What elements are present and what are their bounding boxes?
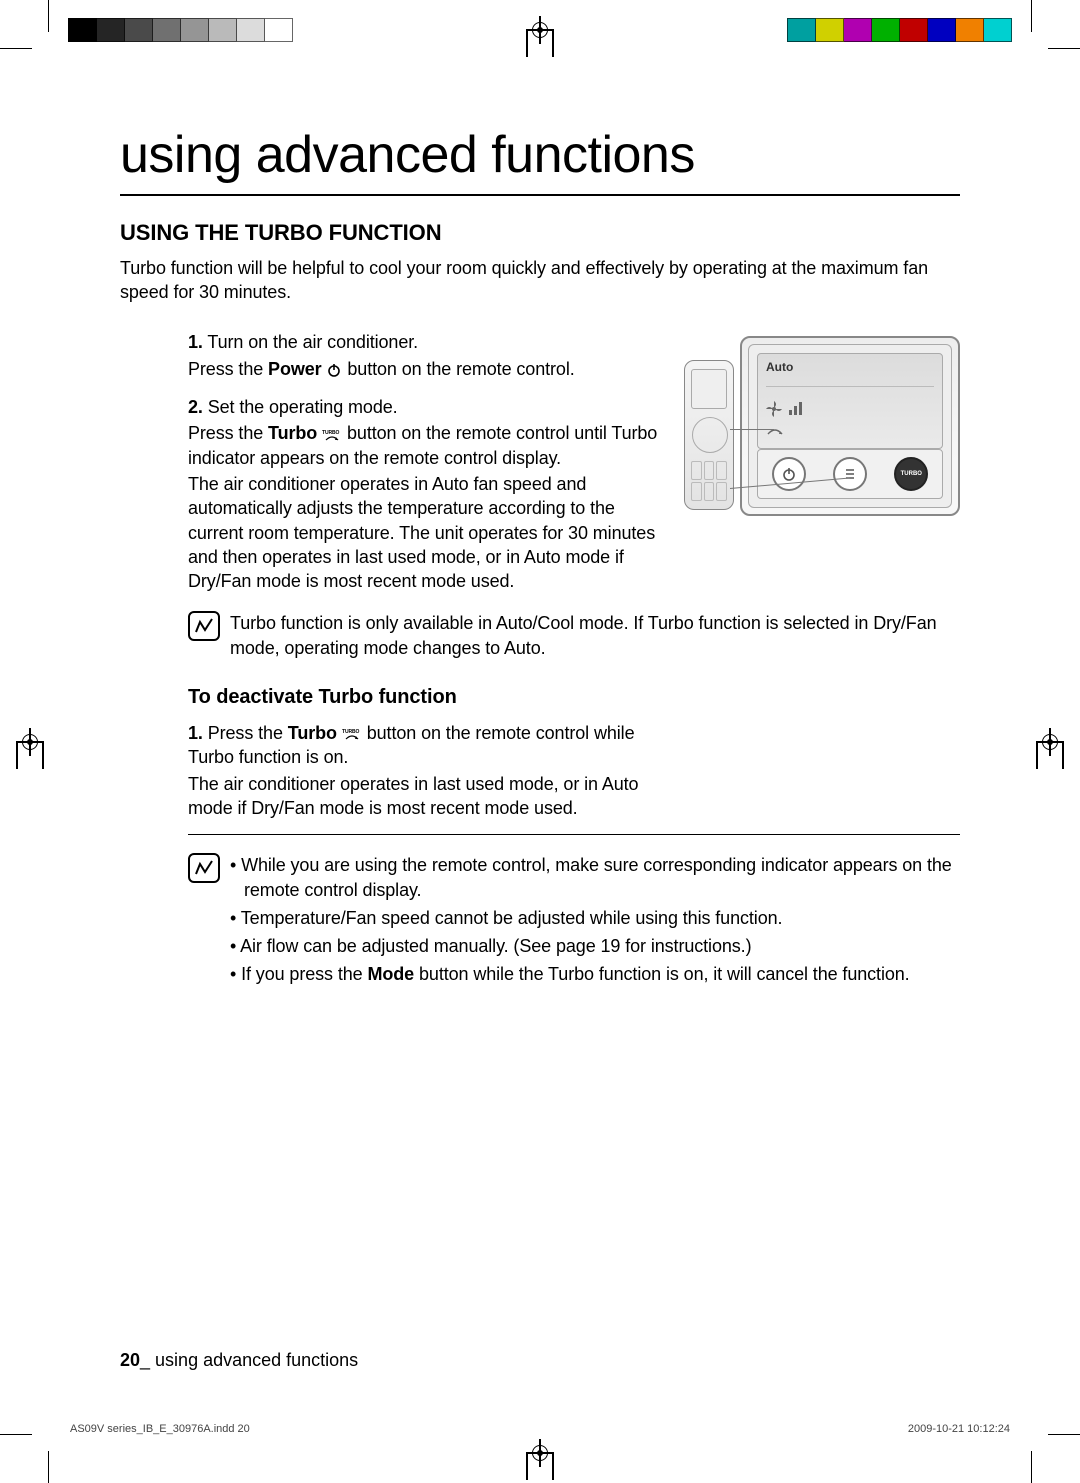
note-block-2: While you are using the remote control, … xyxy=(120,853,960,990)
deactivate-steps: 1. Press the Turbo TURBO button on the r… xyxy=(188,721,668,820)
page-number: 20 xyxy=(120,1350,140,1370)
turbo-button: TURBO xyxy=(894,457,928,491)
bullet-item: While you are using the remote control, … xyxy=(230,853,960,902)
panel-button-row: TURBO xyxy=(757,449,943,499)
crop-mark xyxy=(1048,48,1080,49)
power-button xyxy=(772,457,806,491)
crop-mark xyxy=(1048,1434,1080,1435)
ac-panel: Auto TURBO xyxy=(740,336,960,516)
step-1: 1. Turn on the air conditioner. Press th… xyxy=(188,330,668,381)
step-2: 2. Set the operating mode. Press the Tur… xyxy=(188,395,668,593)
section-title: USING THE TURBO FUNCTION xyxy=(120,218,960,248)
registration-mark xyxy=(526,16,554,44)
turbo-indicator-icon xyxy=(766,424,784,439)
registration-mark xyxy=(1036,728,1064,756)
page-title: using advanced functions xyxy=(120,120,960,196)
crop-mark xyxy=(1031,1451,1032,1483)
leader-line xyxy=(730,429,774,430)
step-number: 2. xyxy=(188,397,203,417)
power-icon xyxy=(326,362,342,378)
crop-mark xyxy=(48,1451,49,1483)
registration-mark xyxy=(526,1439,554,1467)
print-file: AS09V series_IB_E_30976A.indd 20 xyxy=(70,1423,250,1435)
svg-text:TURBO: TURBO xyxy=(342,729,359,735)
crop-mark xyxy=(48,0,49,32)
step-number: 1. xyxy=(188,332,203,352)
mode-button xyxy=(833,457,867,491)
color-calibration-bar xyxy=(787,18,1012,42)
turbo-icon: TURBO xyxy=(342,727,362,741)
divider xyxy=(188,834,960,835)
deactivate-title: To deactivate Turbo function xyxy=(188,684,960,711)
device-illustration: Auto TURBO xyxy=(684,336,960,516)
print-footer: AS09V series_IB_E_30976A.indd 20 2009-10… xyxy=(70,1423,1010,1435)
print-timestamp: 2009-10-21 10:12:24 xyxy=(908,1423,1010,1435)
fan-icon xyxy=(766,401,782,420)
bullet-item: Temperature/Fan speed cannot be adjusted… xyxy=(230,906,960,930)
bullet-item: If you press the Mode button while the T… xyxy=(230,962,960,986)
deact-step-1: 1. Press the Turbo TURBO button on the r… xyxy=(188,721,668,820)
note-icon xyxy=(188,611,220,641)
note-block: Turbo function is only available in Auto… xyxy=(120,611,960,660)
note-icon xyxy=(188,853,220,883)
step-text: Turn on the air conditioner. xyxy=(207,332,418,352)
page-footer: 20_ using advanced functions xyxy=(120,1350,358,1371)
remote-control xyxy=(684,360,734,510)
bullet-item: Air flow can be adjusted manually. (See … xyxy=(230,934,960,958)
crop-mark xyxy=(0,48,32,49)
signal-bars-icon xyxy=(788,402,804,419)
color-calibration-bar xyxy=(68,18,293,42)
turbo-icon: TURBO xyxy=(322,428,342,442)
step-sub: Press the Turbo TURBO button on the remo… xyxy=(188,421,668,470)
step-sub: Press the Power button on the remote con… xyxy=(188,357,668,381)
auto-label: Auto xyxy=(766,360,934,374)
svg-text:TURBO: TURBO xyxy=(322,430,339,436)
page-content: using advanced functions USING THE TURBO… xyxy=(120,120,960,1373)
step-paragraph: The air conditioner operates in Auto fan… xyxy=(188,472,668,593)
crop-mark xyxy=(1031,0,1032,32)
crop-mark xyxy=(0,1434,32,1435)
intro-text: Turbo function will be helpful to cool y… xyxy=(120,256,960,305)
registration-mark xyxy=(16,728,44,756)
step-text: Set the operating mode. xyxy=(208,397,398,417)
note-bullets: While you are using the remote control, … xyxy=(230,853,960,990)
panel-display: Auto xyxy=(757,353,943,449)
note-text: Turbo function is only available in Auto… xyxy=(230,611,960,660)
steps-list: 1. Turn on the air conditioner. Press th… xyxy=(188,330,668,593)
